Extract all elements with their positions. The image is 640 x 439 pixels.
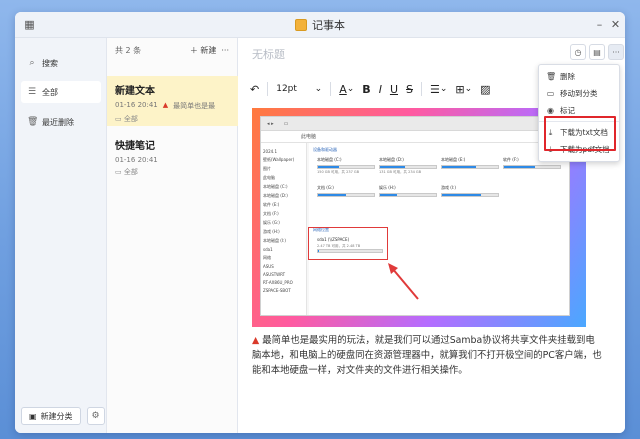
font-color-button[interactable]: A ⌄ bbox=[335, 80, 358, 98]
note-list-actions: ＋ 新建 ··· bbox=[190, 45, 229, 56]
more-icon: ··· bbox=[612, 47, 620, 57]
note-title-input[interactable]: 无标题 bbox=[252, 46, 285, 62]
note-category: ▭ 全部 bbox=[115, 115, 138, 123]
title-bar: ▦ 记事本 – ✕ bbox=[15, 12, 625, 38]
sidebar-item-all[interactable]: ☰ 全部 bbox=[21, 81, 101, 103]
new-category-label: 新建分类 bbox=[40, 411, 73, 421]
undo-button[interactable]: ↶ bbox=[246, 80, 263, 98]
toolbar-divider bbox=[420, 82, 422, 96]
note-category-label: 全部 bbox=[123, 115, 138, 123]
minimize-icon[interactable]: – bbox=[593, 18, 606, 31]
folder-add-icon: ▣ bbox=[29, 411, 37, 421]
font-size-select[interactable]: 12pt ⌄ bbox=[272, 80, 326, 98]
new-note-button[interactable]: ＋ 新建 bbox=[190, 45, 217, 56]
underline-button[interactable]: U bbox=[386, 80, 402, 98]
menu-item-delete[interactable]: 🗑 删除 bbox=[539, 68, 619, 85]
table-button[interactable]: ⊞ ⌄ bbox=[451, 80, 476, 98]
sidebar-search-label: 搜索 bbox=[42, 58, 58, 68]
note-meta: 01-16 20:41 ▲ 最简单也是最 bbox=[115, 101, 230, 111]
sidebar-search[interactable]: ⌕ 搜索 bbox=[21, 52, 101, 74]
chevron-down-icon: ⌄ bbox=[346, 84, 355, 94]
notepad-window: ▦ 记事本 – ✕ ⌕ 搜索 ☰ 全部 🗑 最近删除 ▣ 新建分类 ⚙ 共 2 … bbox=[15, 12, 625, 433]
search-icon: ⌕ bbox=[29, 58, 35, 68]
window-title-text: 记事本 bbox=[312, 18, 345, 32]
bullet-list-icon: ☰ bbox=[429, 82, 440, 96]
note-list-header: 共 2 条 ＋ 新建 ··· bbox=[107, 38, 237, 62]
note-count: 共 2 条 bbox=[115, 45, 142, 55]
menu-item-label: 移动到分类 bbox=[560, 89, 598, 98]
embedded-screenshot: ◂ ▸ ▭ 此电脑 2024.1 壁纸(Wallpaper) 图片 此电脑 本地磁盘 (C… bbox=[252, 108, 586, 327]
note-title: 快捷笔记 bbox=[115, 141, 155, 152]
note-date: 01-16 20:41 bbox=[115, 156, 158, 164]
table-icon: ⊞ bbox=[455, 82, 465, 96]
window-title: 记事本 bbox=[295, 17, 345, 33]
note-list: 共 2 条 ＋ 新建 ··· 新建文本 01-16 20:41 ▲ 最简单也是最… bbox=[107, 38, 238, 433]
note-category-label: 全部 bbox=[123, 168, 138, 176]
mark-icon: ◉ bbox=[547, 106, 554, 115]
chevron-down-icon: ⌄ bbox=[314, 84, 323, 94]
download-options-highlight bbox=[544, 116, 616, 151]
new-note-label: 新建 bbox=[200, 45, 217, 55]
chevron-down-icon: ⌄ bbox=[464, 84, 473, 94]
trash-icon: 🗑 bbox=[546, 72, 557, 81]
bold-button[interactable]: B bbox=[358, 80, 374, 98]
list-item[interactable]: 新建文本 01-16 20:41 ▲ 最简单也是最 ▭ 全部 bbox=[107, 76, 238, 126]
menu-item-move[interactable]: ▭ 移动到分类 bbox=[539, 85, 619, 102]
more-button[interactable]: ··· bbox=[608, 44, 624, 60]
note-date: 01-16 20:41 bbox=[115, 101, 158, 109]
triangle-icon: ▲ bbox=[252, 335, 260, 346]
font-size-value: 12pt bbox=[276, 84, 297, 94]
strikethrough-icon: S bbox=[406, 82, 413, 96]
menu-item-label: 标记 bbox=[560, 106, 575, 115]
image-icon: ▨ bbox=[480, 82, 491, 96]
sidebar-item-recently-deleted[interactable]: 🗑 最近删除 bbox=[21, 111, 101, 133]
list-button[interactable]: ☰ ⌄ bbox=[426, 80, 451, 98]
toolbar-divider bbox=[330, 82, 332, 96]
note-title: 新建文本 bbox=[115, 86, 155, 97]
menu-item-label: 删除 bbox=[560, 72, 575, 81]
chevron-down-icon: ⌄ bbox=[439, 84, 448, 94]
strikethrough-button[interactable]: S bbox=[402, 80, 417, 98]
settings-button[interactable]: ⚙ bbox=[86, 407, 105, 425]
save-icon: ▤ bbox=[593, 47, 601, 57]
font-color-icon: A bbox=[339, 82, 347, 96]
list-icon: ☰ bbox=[27, 87, 37, 97]
note-meta: 01-16 20:41 bbox=[115, 156, 230, 164]
toolbar-divider bbox=[267, 82, 269, 96]
new-category-button[interactable]: ▣ 新建分类 bbox=[21, 407, 81, 425]
gear-icon: ⚙ bbox=[91, 411, 100, 421]
image-button[interactable]: ▨ bbox=[476, 80, 494, 98]
note-preview: 最简单也是最 bbox=[173, 102, 216, 110]
list-item[interactable]: 快捷笔记 01-16 20:41 ▭ 全部 bbox=[107, 131, 238, 181]
trash-icon: 🗑 bbox=[27, 117, 39, 127]
note-category: ▭ 全部 bbox=[115, 168, 138, 176]
grid-icon[interactable]: ▦ bbox=[23, 18, 36, 31]
note-body-text[interactable]: ▲ 最简单也是最实用的玩法，就是我们可以通过Samba协议将共享文件夹挂载到电脑… bbox=[252, 333, 604, 378]
sidebar-item-label: 最近删除 bbox=[42, 117, 74, 127]
note-body-caption: 最简单也是最实用的玩法，就是我们可以通过Samba协议将共享文件夹挂载到电脑本地… bbox=[252, 335, 602, 376]
sidebar: ⌕ 搜索 ☰ 全部 🗑 最近删除 ▣ 新建分类 ⚙ bbox=[15, 38, 107, 433]
history-button[interactable]: ◷ bbox=[570, 44, 586, 60]
more-icon[interactable]: ··· bbox=[221, 46, 229, 55]
bold-icon: B bbox=[362, 82, 371, 96]
close-icon[interactable]: ✕ bbox=[609, 18, 622, 31]
folder-move-icon: ▭ bbox=[546, 89, 555, 98]
clock-icon: ◷ bbox=[574, 47, 582, 57]
save-button[interactable]: ▤ bbox=[589, 44, 605, 60]
triangle-icon: ▲ bbox=[162, 101, 169, 109]
notepad-app-icon bbox=[295, 18, 307, 31]
sidebar-item-label: 全部 bbox=[42, 87, 58, 97]
undo-icon: ↶ bbox=[250, 82, 260, 96]
underline-icon: U bbox=[389, 82, 398, 96]
arrow-annotation bbox=[388, 263, 419, 300]
sidebar-footer: ▣ 新建分类 ⚙ bbox=[21, 407, 105, 425]
italic-icon: I bbox=[378, 82, 382, 96]
italic-button[interactable]: I bbox=[375, 80, 386, 98]
